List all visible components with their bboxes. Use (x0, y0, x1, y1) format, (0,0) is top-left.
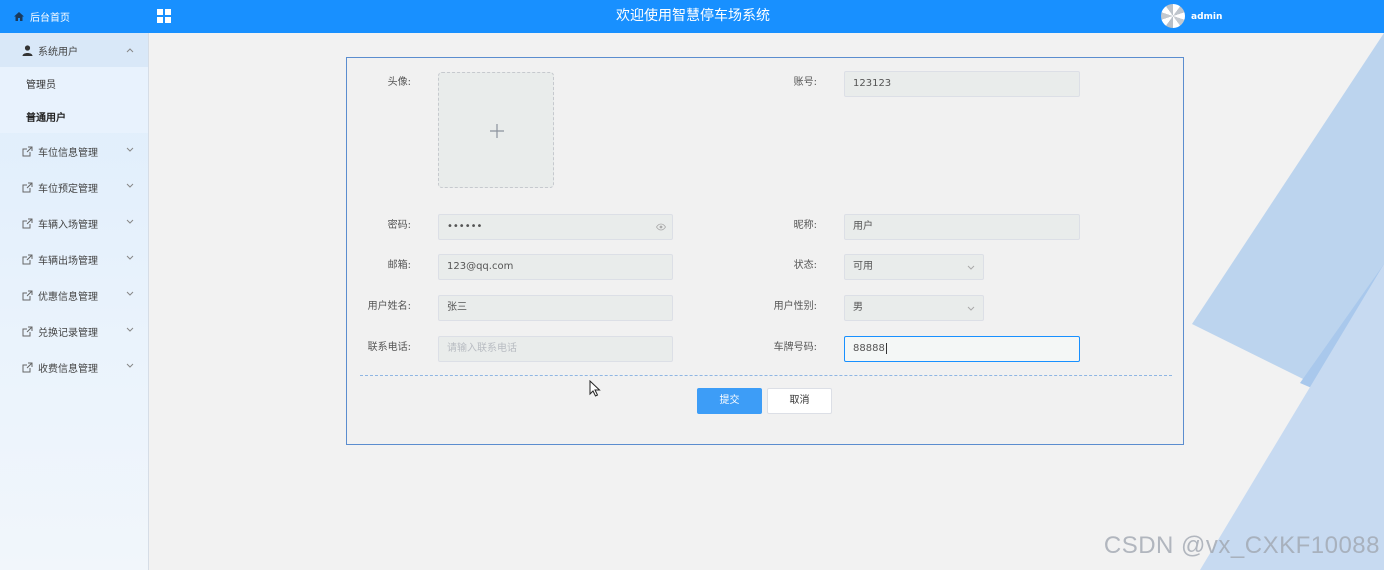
nickname-label: 昵称: (793, 220, 817, 231)
sidebar-item-label: 车辆入场管理 (38, 219, 98, 231)
plate-value: 88888 (853, 343, 885, 354)
name-label: 用户姓名: (367, 301, 411, 312)
sidebar-home[interactable]: 后台首页 (0, 0, 148, 33)
account-field[interactable]: 123123 (844, 71, 1080, 97)
password-value: •••••• (447, 221, 483, 232)
sidebar-item-label: 车位信息管理 (38, 147, 98, 159)
sidebar-item-vehicle-entry[interactable]: 车辆入场管理 (0, 205, 148, 241)
phone-label: 联系电话: (367, 342, 411, 353)
gender-select[interactable]: 男 (844, 295, 984, 321)
chevron-down-icon (126, 363, 134, 368)
sidebar-item-label: 收费信息管理 (38, 363, 98, 375)
cancel-button[interactable]: 取消 (767, 388, 832, 414)
text-caret (885, 343, 887, 354)
external-link-icon (22, 182, 33, 192)
sidebar-home-label: 后台首页 (30, 13, 70, 24)
top-header: 欢迎使用智慧停车场系统 admin (148, 0, 1384, 33)
account-label: 账号: (793, 77, 817, 88)
chevron-down-icon (126, 147, 134, 152)
external-link-icon (22, 218, 33, 228)
mouse-cursor-icon (589, 380, 601, 397)
avatar-label: 头像: (387, 77, 411, 88)
external-link-icon (22, 146, 33, 156)
gender-value: 男 (853, 302, 863, 313)
sidebar-group-label: 系统用户 (38, 46, 78, 58)
gender-label: 用户性别: (773, 301, 817, 312)
sidebar-item-parking-space[interactable]: 车位信息管理 (0, 133, 148, 169)
sidebar-item-admin[interactable]: 管理员 (0, 67, 148, 100)
external-link-icon (22, 362, 33, 372)
external-link-icon (22, 290, 33, 300)
sidebar-item-redemption[interactable]: 兑换记录管理 (0, 313, 148, 349)
user-edit-form: 头像: 账号: 123123 密码: •••••• 昵称: 用户 邮箱: 123… (346, 57, 1184, 445)
eye-icon[interactable] (656, 223, 666, 231)
sidebar-item-label: 车辆出场管理 (38, 255, 98, 267)
user-icon (22, 44, 33, 56)
sidebar-item-label: 普通用户 (26, 113, 66, 124)
status-select[interactable]: 可用 (844, 254, 984, 280)
sidebar-item-regular-users[interactable]: 普通用户 (0, 100, 148, 133)
email-label: 邮箱: (387, 260, 411, 271)
sidebar-item-label: 管理员 (26, 80, 56, 91)
external-link-icon (22, 254, 33, 264)
chevron-down-icon (126, 327, 134, 332)
status-label: 状态: (793, 260, 817, 271)
name-field[interactable]: 张三 (438, 295, 673, 321)
password-label: 密码: (387, 220, 411, 231)
email-field[interactable]: 123@qq.com (438, 254, 673, 280)
avatar-upload[interactable] (438, 72, 554, 188)
username[interactable]: admin (1191, 0, 1222, 34)
sidebar: 后台首页 系统用户 管理员 普通用户 车位信息管理 车位预定管理 车辆入场管理 … (0, 0, 149, 570)
password-field[interactable]: •••••• (438, 214, 673, 240)
form-divider (360, 375, 1172, 376)
chevron-down-icon (126, 255, 134, 260)
phone-field[interactable]: 请输入联系电话 (438, 336, 673, 362)
sidebar-item-discount[interactable]: 优惠信息管理 (0, 277, 148, 313)
sidebar-item-reservation[interactable]: 车位预定管理 (0, 169, 148, 205)
watermark: CSDN @vx_CXKF10088 (1103, 532, 1380, 559)
submit-button[interactable]: 提交 (697, 388, 762, 414)
sidebar-item-label: 兑换记录管理 (38, 327, 98, 339)
plus-icon (490, 124, 504, 138)
plate-label: 车牌号码: (773, 342, 817, 353)
sidebar-group-system-users[interactable]: 系统用户 (0, 33, 148, 67)
sidebar-item-label: 优惠信息管理 (38, 291, 98, 303)
sidebar-item-vehicle-exit[interactable]: 车辆出场管理 (0, 241, 148, 277)
status-value: 可用 (853, 261, 873, 272)
avatar[interactable] (1161, 4, 1185, 28)
chevron-up-icon (126, 48, 134, 53)
sidebar-item-fees[interactable]: 收费信息管理 (0, 349, 148, 385)
chevron-down-icon (967, 265, 975, 270)
home-icon (14, 12, 24, 21)
external-link-icon (22, 326, 33, 336)
chevron-down-icon (126, 291, 134, 296)
background-decoration (1192, 33, 1384, 570)
nickname-field[interactable]: 用户 (844, 214, 1080, 240)
sidebar-item-label: 车位预定管理 (38, 183, 98, 195)
chevron-down-icon (967, 306, 975, 311)
plate-field[interactable]: 88888 (844, 336, 1080, 362)
chevron-down-icon (126, 219, 134, 224)
chevron-down-icon (126, 183, 134, 188)
